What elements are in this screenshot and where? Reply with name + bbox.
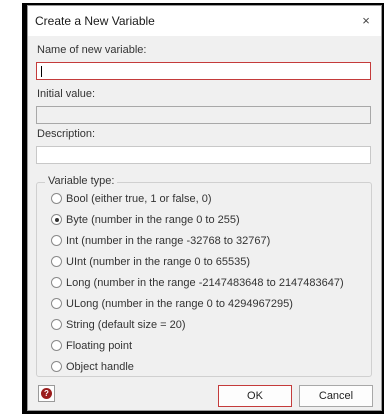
description-label: Description: xyxy=(37,128,96,140)
initial-value-label: Initial value: xyxy=(37,88,96,100)
help-icon: ? xyxy=(41,388,52,399)
radio-button[interactable] xyxy=(51,340,62,351)
radio-label: String (default size = 20) xyxy=(66,319,186,331)
radio-button[interactable] xyxy=(51,298,62,309)
cancel-button[interactable]: Cancel xyxy=(299,385,373,407)
radio-label: Floating point xyxy=(66,340,133,352)
name-label: Name of new variable: xyxy=(37,44,147,56)
radio-button[interactable] xyxy=(51,193,62,204)
radio-button[interactable] xyxy=(51,235,62,246)
text-caret xyxy=(41,66,42,77)
radio-label: Bool (either true, 1 or false, 0) xyxy=(66,193,212,205)
dialog-title: Create a New Variable xyxy=(35,14,155,28)
radio-label: Object handle xyxy=(66,361,134,373)
name-input[interactable] xyxy=(36,62,371,80)
variable-type-group: Variable type: Bool (either true, 1 or f… xyxy=(36,175,372,377)
close-icon[interactable]: × xyxy=(355,10,377,32)
radio-label: Long (number in the range -2147483648 to… xyxy=(66,277,344,289)
ok-button[interactable]: OK xyxy=(218,385,292,407)
radio-label: UInt (number in the range 0 to 65535) xyxy=(66,256,251,268)
radio-button[interactable] xyxy=(51,277,62,288)
initial-value-input[interactable] xyxy=(36,106,371,124)
radio-label: Byte (number in the range 0 to 255) xyxy=(66,214,240,226)
radio-label: Int (number in the range -32768 to 32767… xyxy=(66,235,271,247)
radio-button[interactable] xyxy=(51,319,62,330)
description-input[interactable] xyxy=(36,146,371,164)
create-variable-dialog: Create a New Variable × Name of new vari… xyxy=(27,5,382,411)
title-bar: Create a New Variable × xyxy=(28,6,381,36)
radio-label: ULong (number in the range 0 to 42949672… xyxy=(66,298,293,310)
radio-button[interactable] xyxy=(51,361,62,372)
radio-button-selected[interactable] xyxy=(51,214,62,225)
variable-type-label: Variable type: xyxy=(45,175,118,187)
help-button[interactable]: ? xyxy=(38,385,55,402)
radio-button[interactable] xyxy=(51,256,62,267)
